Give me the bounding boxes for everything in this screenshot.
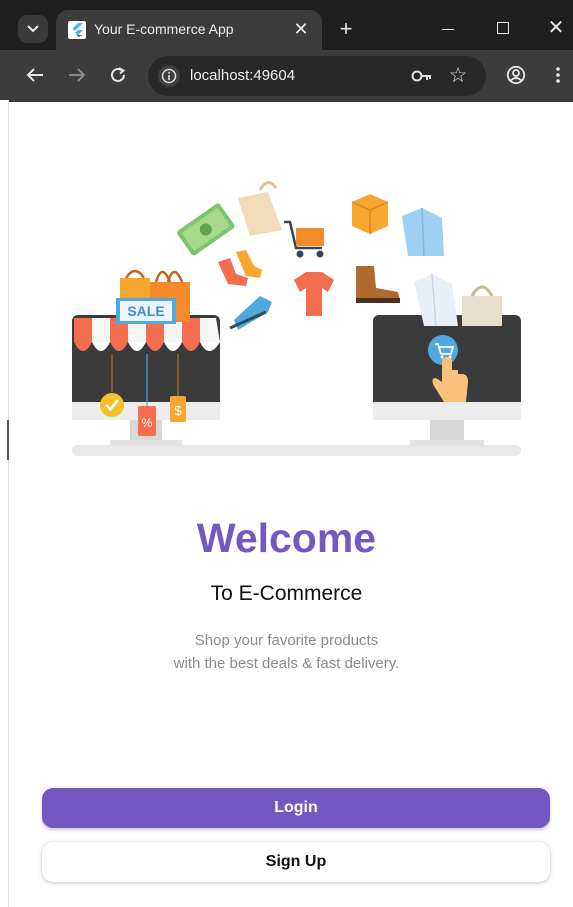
maximize-icon[interactable]: [497, 22, 509, 34]
online-monitor-graphic: [373, 315, 521, 446]
tab-search-menu-button[interactable]: [18, 15, 48, 43]
login-button[interactable]: Login: [42, 788, 550, 828]
welcome-description: Shop your favorite products with the bes…: [0, 629, 573, 675]
more-vertical-icon: [556, 67, 560, 83]
chevron-down-icon: [27, 25, 39, 33]
forward-button[interactable]: [64, 62, 90, 88]
floor-shelf: [72, 445, 521, 456]
description-line-1: Shop your favorite products: [194, 632, 379, 649]
tab-title: Your E-commerce App: [94, 21, 234, 37]
description-line-2: with the best deals & fast delivery.: [173, 655, 400, 672]
url-text: localhost:49604: [190, 67, 296, 84]
arrow-left-icon: [26, 68, 43, 82]
welcome-title: Welcome: [196, 515, 377, 561]
back-button[interactable]: [22, 62, 48, 88]
welcome-subtitle: To E-Commerce: [210, 582, 363, 605]
reload-button[interactable]: [105, 62, 131, 88]
password-key-icon[interactable]: [410, 65, 434, 87]
app-viewport: SALE % $ Welcome To E-Commerce Shop your…: [10, 102, 573, 907]
arrow-right-icon: [69, 68, 86, 82]
reload-icon: [111, 67, 126, 82]
profile-icon: [506, 65, 526, 85]
window-left-edge: [0, 100, 9, 907]
sign-up-button[interactable]: Sign Up: [42, 842, 550, 882]
flying-products-graphic: [177, 181, 502, 330]
bookmark-star-icon[interactable]: ☆: [446, 62, 470, 88]
flutter-icon: [68, 21, 86, 39]
minimize-icon[interactable]: [442, 29, 454, 30]
percent-tag-text: %: [142, 416, 153, 430]
address-bar[interactable]: localhost:49604 ☆: [148, 56, 486, 96]
tab-close-icon[interactable]: ✕: [290, 18, 312, 40]
dollar-tag-text: $: [174, 403, 182, 418]
browser-toolbar: localhost:49604 ☆: [0, 50, 573, 102]
new-tab-button[interactable]: +: [334, 16, 358, 41]
site-info-icon[interactable]: [158, 65, 180, 87]
browser-window: Your E-commerce App ✕ + ✕ localhost:4960…: [0, 0, 573, 907]
profile-button[interactable]: [503, 62, 529, 88]
browser-menu-button[interactable]: [545, 62, 571, 88]
sale-sign-text: SALE: [127, 303, 164, 319]
window-close-icon[interactable]: ✕: [545, 16, 567, 39]
ecommerce-illustration: SALE % $: [72, 181, 521, 456]
shop-monitor-graphic: SALE % $: [72, 269, 220, 446]
